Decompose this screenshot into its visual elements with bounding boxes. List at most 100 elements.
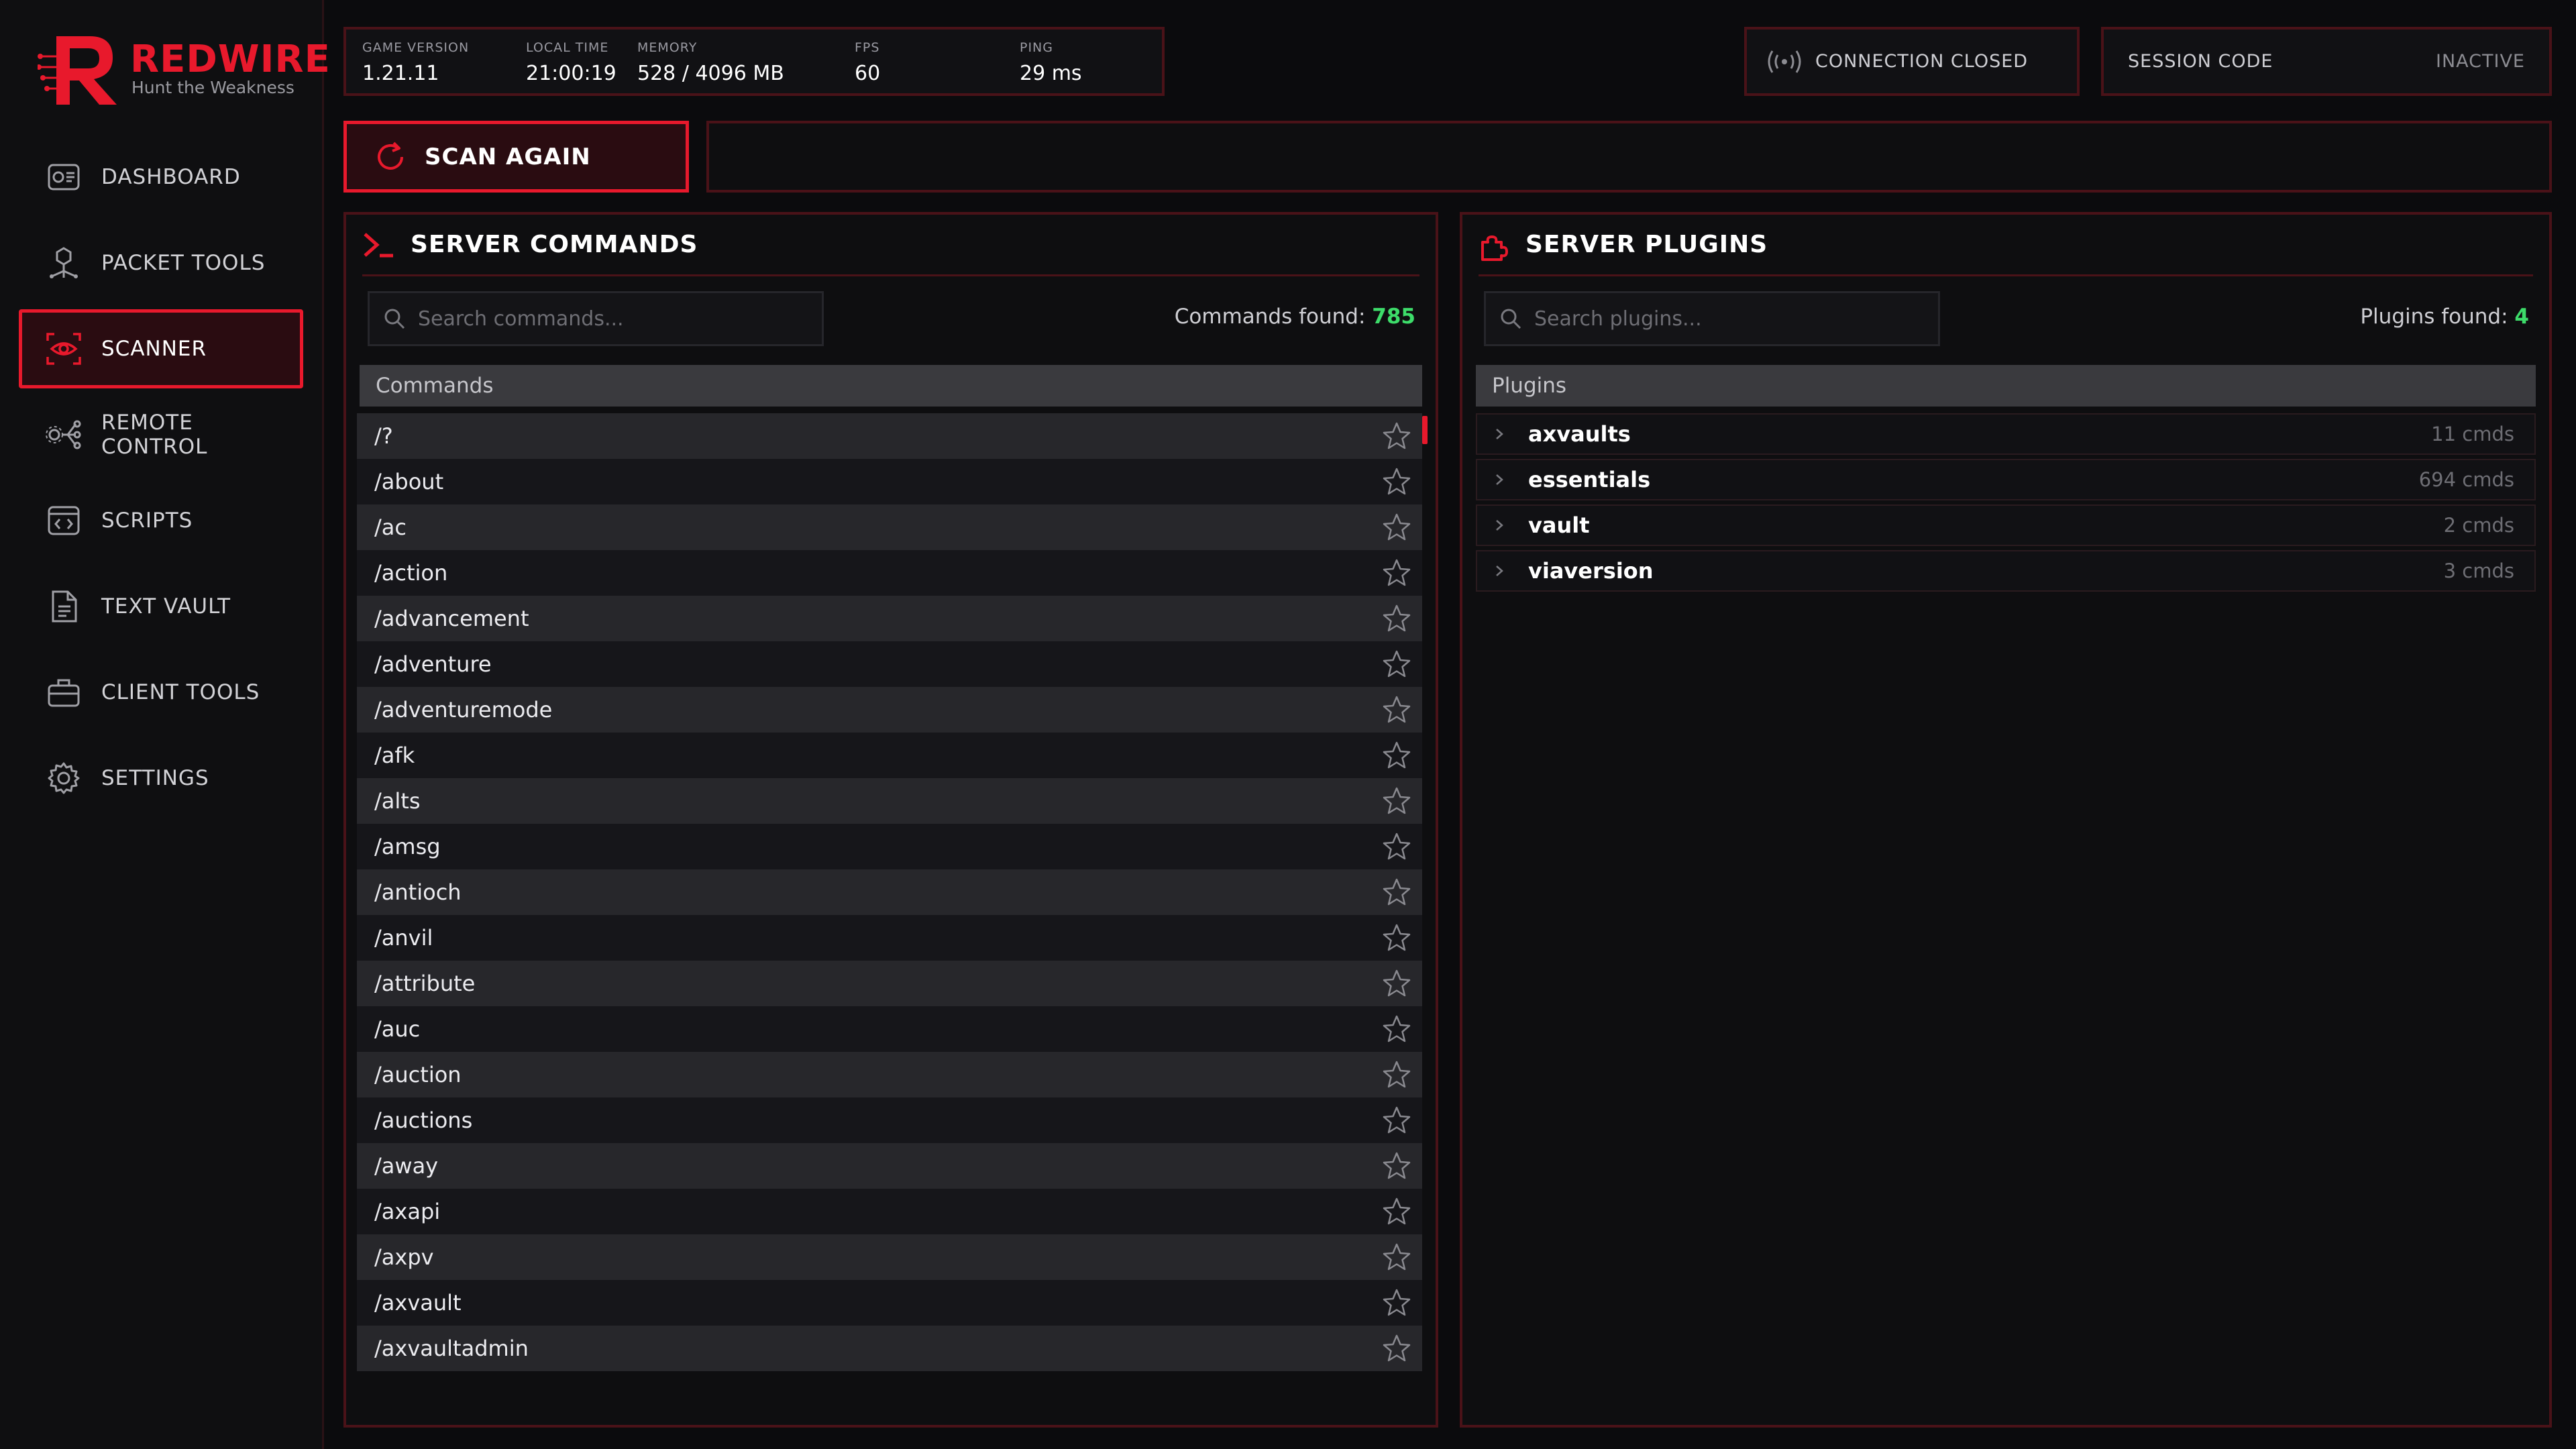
command-label: /axpv bbox=[374, 1244, 434, 1270]
command-row[interactable]: /antioch bbox=[357, 869, 1422, 915]
command-label: /advancement bbox=[374, 606, 529, 631]
session-code[interactable]: SESSION CODE INACTIVE bbox=[2101, 27, 2552, 96]
panel-title: SERVER COMMANDS bbox=[411, 231, 698, 258]
star-icon[interactable] bbox=[1382, 558, 1411, 588]
star-icon[interactable] bbox=[1382, 1014, 1411, 1044]
command-row[interactable]: /auc bbox=[357, 1006, 1422, 1052]
stat-label: GAME VERSION bbox=[362, 40, 470, 55]
brand-tagline: Hunt the Weakness bbox=[131, 78, 294, 97]
scan-output-box bbox=[706, 121, 2552, 193]
plugin-row-left: axvaults bbox=[1493, 421, 1631, 447]
star-icon[interactable] bbox=[1382, 1288, 1411, 1318]
plugins-found-label: Plugins found: bbox=[2360, 305, 2515, 329]
plugins-list: axvaults 11 cmds essentials 694 cmds vault 2 … bbox=[1476, 413, 2536, 596]
star-icon[interactable] bbox=[1382, 1060, 1411, 1089]
command-row[interactable]: /adventure bbox=[357, 641, 1422, 687]
server-commands-panel: SERVER COMMANDS Commands found: 785 Comm… bbox=[343, 212, 1438, 1428]
plugin-row[interactable]: viaversion 3 cmds bbox=[1476, 550, 2536, 592]
status-bar: GAME VERSION 1.21.11 LOCAL TIME 21:00:19… bbox=[343, 27, 1165, 96]
stat-label: PING bbox=[1020, 40, 1053, 55]
star-icon[interactable] bbox=[1382, 695, 1411, 724]
search-plugins-input[interactable] bbox=[1534, 307, 1923, 331]
stat-local-time: LOCAL TIME 21:00:19 bbox=[526, 40, 616, 85]
stat-label: MEMORY bbox=[637, 40, 698, 55]
star-icon[interactable] bbox=[1382, 421, 1411, 451]
star-icon[interactable] bbox=[1382, 1151, 1411, 1181]
star-icon[interactable] bbox=[1382, 741, 1411, 770]
plugins-column-header: Plugins bbox=[1476, 365, 2536, 407]
sidebar-item-scripts[interactable]: SCRIPTS bbox=[19, 481, 303, 560]
sidebar-item-text-vault[interactable]: TEXT VAULT bbox=[19, 567, 303, 646]
connection-status[interactable]: CONNECTION CLOSED bbox=[1744, 27, 2080, 96]
star-icon[interactable] bbox=[1382, 969, 1411, 998]
sidebar-item-dashboard[interactable]: DASHBOARD bbox=[19, 138, 303, 217]
stat-fps: FPS 60 bbox=[855, 40, 880, 85]
plugin-row[interactable]: axvaults 11 cmds bbox=[1476, 413, 2536, 455]
command-row[interactable]: /ac bbox=[357, 504, 1422, 550]
star-icon[interactable] bbox=[1382, 1197, 1411, 1226]
star-icon[interactable] bbox=[1382, 649, 1411, 679]
chevron-right-icon[interactable] bbox=[1493, 472, 1505, 488]
search-commands[interactable] bbox=[368, 291, 824, 346]
star-icon[interactable] bbox=[1382, 923, 1411, 953]
command-label: /alts bbox=[374, 788, 421, 814]
plugins-found: Plugins found: 4 bbox=[2360, 305, 2529, 329]
star-icon[interactable] bbox=[1382, 786, 1411, 816]
star-icon[interactable] bbox=[1382, 1242, 1411, 1272]
sidebar-item-client-tools[interactable]: CLIENT TOOLS bbox=[19, 653, 303, 732]
star-icon[interactable] bbox=[1382, 832, 1411, 861]
chevron-right-icon[interactable] bbox=[1493, 426, 1505, 442]
sidebar-item-settings[interactable]: SETTINGS bbox=[19, 739, 303, 818]
plugin-row-left: vault bbox=[1493, 513, 1590, 538]
command-row[interactable]: /axpv bbox=[357, 1234, 1422, 1280]
command-row[interactable]: /alts bbox=[357, 778, 1422, 824]
command-row[interactable]: /about bbox=[357, 459, 1422, 504]
brand-name: REDWIRE bbox=[130, 38, 331, 81]
command-label: /adventuremode bbox=[374, 697, 553, 722]
star-icon[interactable] bbox=[1382, 604, 1411, 633]
sidebar-item-label: TEXT VAULT bbox=[101, 594, 231, 619]
sidebar-item-scanner[interactable]: SCANNER bbox=[19, 309, 303, 388]
command-row[interactable]: /? bbox=[357, 413, 1422, 459]
stat-game-version: GAME VERSION 1.21.11 bbox=[362, 40, 469, 85]
star-icon[interactable] bbox=[1382, 1106, 1411, 1135]
panel-header: SERVER PLUGINS bbox=[1479, 215, 2533, 276]
sidebar-item-packet-tools[interactable]: PACKET TOOLS bbox=[19, 223, 303, 303]
command-row[interactable]: /axvault bbox=[357, 1280, 1422, 1326]
sidebar: REDWIRE Hunt the Weakness DASHBOARD PACK… bbox=[0, 0, 330, 1449]
command-row[interactable]: /amsg bbox=[357, 824, 1422, 869]
server-plugins-panel: SERVER PLUGINS Plugins found: 4 Plugins … bbox=[1460, 212, 2552, 1428]
sidebar-item-label: SCANNER bbox=[101, 337, 207, 361]
plugin-row[interactable]: essentials 694 cmds bbox=[1476, 459, 2536, 500]
command-row[interactable]: /advancement bbox=[357, 596, 1422, 641]
command-row[interactable]: /away bbox=[357, 1143, 1422, 1189]
plugin-row[interactable]: vault 2 cmds bbox=[1476, 504, 2536, 546]
commands-found-count: 785 bbox=[1372, 305, 1415, 329]
command-row[interactable]: /auction bbox=[357, 1052, 1422, 1097]
star-icon[interactable] bbox=[1382, 877, 1411, 907]
commands-list: /? /about/ac/action/advancement/adventure… bbox=[357, 413, 1422, 1371]
command-row[interactable]: /afk bbox=[357, 733, 1422, 778]
chevron-right-icon[interactable] bbox=[1493, 563, 1505, 579]
sidebar-item-remote-control[interactable]: REMOTE CONTROL bbox=[19, 395, 303, 474]
scan-again-button[interactable]: SCAN AGAIN bbox=[343, 121, 689, 193]
search-plugins[interactable] bbox=[1484, 291, 1940, 346]
plugin-name: viaversion bbox=[1528, 558, 1654, 584]
command-row[interactable]: /axvaultadmin bbox=[357, 1326, 1422, 1371]
star-icon[interactable] bbox=[1382, 467, 1411, 496]
command-row[interactable]: /attribute bbox=[357, 961, 1422, 1006]
stat-value: 1.21.11 bbox=[362, 62, 439, 85]
search-commands-input[interactable] bbox=[418, 307, 807, 331]
star-icon[interactable] bbox=[1382, 513, 1411, 542]
commands-scrollbar[interactable] bbox=[1422, 416, 1428, 444]
command-label: /anvil bbox=[374, 925, 433, 951]
command-row[interactable]: /axapi bbox=[357, 1189, 1422, 1234]
command-row[interactable]: /auctions bbox=[357, 1097, 1422, 1143]
command-row[interactable]: /adventuremode bbox=[357, 687, 1422, 733]
command-row[interactable]: /action bbox=[357, 550, 1422, 596]
chevron-right-icon[interactable] bbox=[1493, 517, 1505, 533]
command-label: /amsg bbox=[374, 834, 441, 859]
command-row[interactable]: /anvil bbox=[357, 915, 1422, 961]
star-icon[interactable] bbox=[1382, 1334, 1411, 1363]
scan-again-label: SCAN AGAIN bbox=[425, 143, 591, 170]
